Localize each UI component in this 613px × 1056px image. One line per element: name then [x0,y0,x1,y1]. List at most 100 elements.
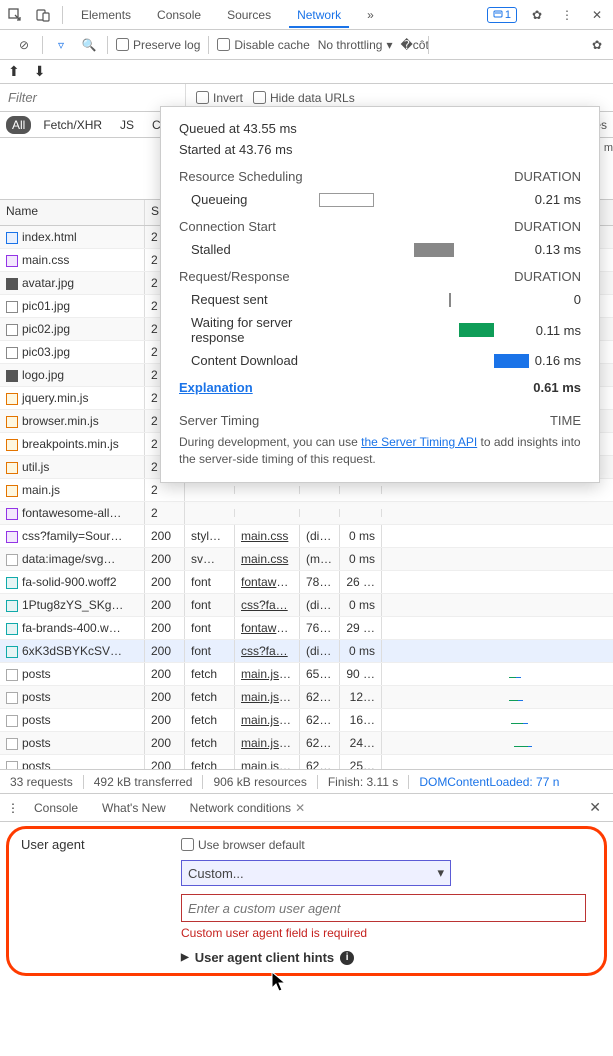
server-timing-api-link[interactable]: the Server Timing API [361,435,477,449]
initiator-cell[interactable]: css?fa… [235,594,300,616]
drawer-tab-network-conditions[interactable]: Network conditions✕ [180,797,315,819]
clear-icon[interactable]: ⊘ [14,38,34,52]
table-row[interactable]: data:image/svg…200sv…main.css(m…0 ms [0,548,613,571]
close-tab-icon[interactable]: ✕ [295,801,305,815]
file-name: pic02.jpg [22,322,70,336]
status-cell: 200 [145,686,185,708]
initiator-cell[interactable]: main.js:20 [235,709,300,731]
table-row[interactable]: posts200fetchmain.js:2065…90 … [0,663,613,686]
table-row[interactable]: posts200fetchmain.js:2062…12… [0,686,613,709]
table-row[interactable]: fontawesome-all…2 [0,502,613,525]
col-name[interactable]: Name [0,200,145,225]
triangle-right-icon: ▶ [181,952,189,963]
custom-user-agent-input[interactable] [181,894,586,922]
table-row[interactable]: css?family=Sour…200styl…main.css(di…0 ms [0,525,613,548]
table-row[interactable]: 1Ptug8zYS_SKg…200fontcss?fa…(di…0 ms [0,594,613,617]
initiator-cell[interactable]: fontawe… [235,571,300,593]
info-icon: i [340,951,354,965]
table-row[interactable]: fa-brands-400.w…200fontfontawe…76.…29 … [0,617,613,640]
initiator-cell[interactable]: css?fa… [235,640,300,662]
throttling-select[interactable]: No throttling▾ [318,38,393,52]
search-icon[interactable]: 🔍 [79,38,99,52]
download-har-icon[interactable]: ⬇ [34,63,46,80]
inspect-icon[interactable] [6,8,24,22]
settings-gear-icon[interactable]: ✿ [587,38,607,52]
time-header: TIME [550,413,581,428]
user-agent-select[interactable]: Custom...▾ [181,860,451,886]
initiator-cell[interactable]: main.js:20 [235,663,300,685]
issues-count: 1 [505,9,511,21]
chip-fetch-xhr[interactable]: Fetch/XHR [37,116,108,134]
use-browser-default-checkbox[interactable]: Use browser default [181,838,305,852]
device-toggle-icon[interactable] [34,8,52,22]
request-sent-value: 0 [511,292,581,307]
started-at: Started at 43.76 ms [179,142,581,157]
initiator-cell[interactable]: main.css [235,548,300,570]
filter-input[interactable] [0,84,185,111]
preserve-log-checkbox[interactable]: Preserve log [116,38,200,52]
file-type-icon [6,669,18,681]
disable-cache-checkbox[interactable]: Disable cache [217,38,309,52]
tab-network[interactable]: Network [289,2,349,28]
table-row[interactable]: posts200fetchmain.js:2062…25… [0,755,613,770]
client-hints-label: User agent client hints [195,950,334,965]
issues-badge[interactable]: 1 [487,7,517,23]
size-cell: (di… [300,594,340,616]
initiator-cell[interactable]: main.js:20 [235,732,300,754]
explanation-link[interactable]: Explanation [179,380,253,395]
file-type-icon [6,416,18,428]
initiator-cell[interactable]: fontawe… [235,617,300,639]
time-cell: 25… [340,755,382,770]
type-cell: fetch [185,686,235,708]
total-time: 0.61 ms [533,380,581,395]
table-row[interactable]: 6xK3dSBYKcSV…200fontcss?fa…(di…0 ms [0,640,613,663]
kebab-icon[interactable]: ⋮ [557,8,577,22]
size-cell: 78.… [300,571,340,593]
user-agent-select-value: Custom... [188,866,244,881]
initiator-cell[interactable]: main.js:20 [235,686,300,708]
table-row[interactable]: posts200fetchmain.js:2062…24… [0,732,613,755]
tab-elements[interactable]: Elements [73,2,139,28]
user-agent-client-hints-toggle[interactable]: ▶ User agent client hints i [181,950,592,965]
chip-js[interactable]: JS [114,116,140,134]
drawer-kebab-icon[interactable]: ⋮ [6,801,20,815]
waterfall-cell [382,601,613,609]
time-cell: 0 ms [340,525,382,547]
settings-icon[interactable]: ✿ [527,8,547,22]
time-cell: 16… [340,709,382,731]
tab-console[interactable]: Console [149,2,209,28]
upload-har-icon[interactable]: ⬆ [8,63,20,80]
initiator-cell[interactable] [235,486,300,494]
network-conditions-icon[interactable]: �côt [400,38,420,52]
file-name: posts [22,736,51,750]
waterfall-cell [382,762,613,770]
chevron-down-icon: ▾ [386,38,392,52]
size-cell: 62… [300,709,340,731]
close-devtools-icon[interactable]: ✕ [587,8,607,22]
invert-checkbox[interactable]: Invert [196,91,243,105]
tabs-overflow[interactable]: » [359,2,382,28]
status-cell: 200 [145,755,185,770]
tab-sources[interactable]: Sources [219,2,279,28]
time-cell: 29 … [340,617,382,639]
chip-all[interactable]: All [6,116,31,134]
duration-header: DURATION [514,219,581,234]
file-type-icon [6,324,18,336]
initiator-cell[interactable]: main.css [235,525,300,547]
table-row[interactable]: posts200fetchmain.js:2062…16… [0,709,613,732]
waiting-value: 0.11 ms [511,323,581,338]
time-cell: 26 … [340,571,382,593]
file-name: fa-solid-900.woff2 [22,575,117,589]
table-row[interactable]: fa-solid-900.woff2200fontfontawe…78.…26 … [0,571,613,594]
drawer-tab-console[interactable]: Console [24,797,88,819]
initiator-cell[interactable]: main.js:20 [235,755,300,770]
initiator-cell[interactable] [235,509,300,517]
waterfall-cell [382,486,613,494]
filter-icon[interactable]: ▿ [51,38,71,52]
status-cell: 2 [145,502,185,524]
hide-data-urls-checkbox[interactable]: Hide data URLs [253,91,355,105]
close-drawer-icon[interactable]: ✕ [583,799,607,816]
drawer-tabs: ⋮ Console What's New Network conditions✕… [0,794,613,822]
drawer-tab-whatsnew[interactable]: What's New [92,797,176,819]
file-name: avatar.jpg [22,276,74,290]
